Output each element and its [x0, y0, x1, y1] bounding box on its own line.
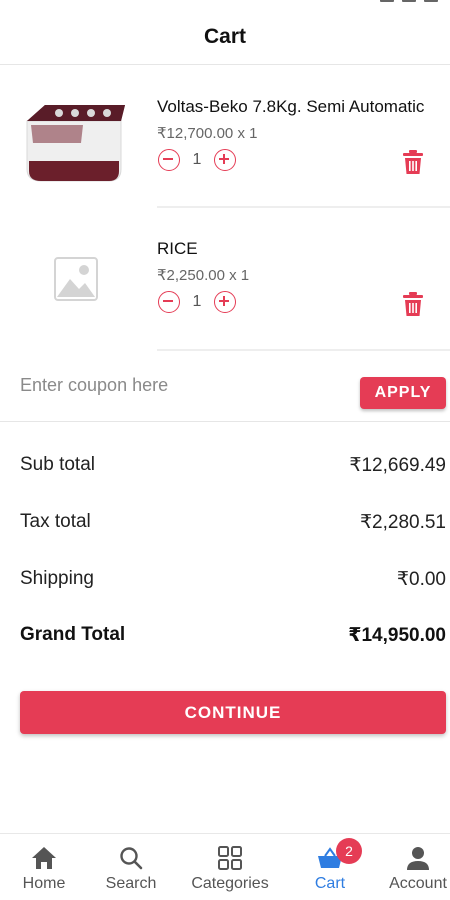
- shipping-label: Shipping: [20, 568, 94, 589]
- tax-label: Tax total: [20, 511, 91, 532]
- item-name[interactable]: Voltas-Beko 7.8Kg. Semi Automatic: [157, 97, 429, 117]
- coupon-row: APPLY: [0, 360, 450, 422]
- nav-label: Account: [389, 875, 447, 892]
- quantity-value: 1: [192, 293, 202, 310]
- subtotal-row: Sub total ₹12,669.49: [20, 450, 446, 480]
- apply-coupon-button[interactable]: APPLY: [360, 377, 446, 409]
- item-price: ₹2,250.00 x 1: [157, 267, 250, 284]
- item-divider: [157, 349, 450, 351]
- grand-total-label: Grand Total: [20, 624, 126, 645]
- product-image[interactable]: [22, 90, 130, 198]
- placeholder-image-icon[interactable]: [22, 225, 130, 333]
- home-icon: [30, 844, 58, 872]
- increase-quantity-button[interactable]: [214, 149, 236, 171]
- item-price: ₹12,700.00 x 1: [157, 125, 258, 142]
- bottom-nav: Home Search Categories 2 Cart Account: [0, 833, 450, 900]
- tax-row: Tax total ₹2,280.51: [20, 507, 446, 537]
- quantity-value: 1: [192, 151, 202, 168]
- nav-item-account[interactable]: Account: [386, 834, 450, 900]
- decrease-quantity-button[interactable]: [158, 149, 180, 171]
- page-title: Cart: [203, 25, 246, 48]
- continue-button[interactable]: CONTINUE: [20, 691, 446, 734]
- grand-total-value: ₹14,950.00: [348, 624, 446, 646]
- cart-count-badge: 2: [336, 838, 362, 864]
- quantity-stepper: 1: [158, 149, 236, 171]
- nav-label: Search: [105, 875, 157, 892]
- coupon-input[interactable]: [20, 370, 340, 400]
- search-icon: [117, 844, 145, 872]
- subtotal-label: Sub total: [20, 454, 95, 475]
- nav-label: Categories: [191, 875, 269, 892]
- quantity-stepper: 1: [158, 291, 236, 313]
- item-name[interactable]: RICE: [157, 239, 429, 259]
- person-icon: [404, 844, 432, 872]
- nav-item-categories[interactable]: Categories: [186, 834, 274, 900]
- nav-label: Home: [22, 875, 66, 892]
- trash-icon[interactable]: [402, 149, 424, 175]
- increase-quantity-button[interactable]: [214, 291, 236, 313]
- grand-total-row: Grand Total ₹14,950.00: [20, 620, 446, 650]
- grid-icon: [216, 844, 244, 872]
- shipping-row: Shipping ₹0.00: [20, 564, 446, 594]
- system-icons: [380, 0, 438, 2]
- trash-icon[interactable]: [402, 291, 424, 317]
- status-bar: [0, 0, 450, 10]
- item-divider: [157, 206, 450, 208]
- app-header: Cart: [0, 10, 450, 65]
- nav-item-home[interactable]: Home: [14, 834, 74, 900]
- nav-item-cart[interactable]: 2 Cart: [300, 834, 362, 900]
- nav-label: Cart: [314, 875, 346, 892]
- shipping-value: ₹0.00: [396, 568, 446, 590]
- subtotal-value: ₹12,669.49: [349, 454, 446, 476]
- tax-value: ₹2,280.51: [359, 511, 446, 533]
- decrease-quantity-button[interactable]: [158, 291, 180, 313]
- basket-icon: 2: [316, 838, 362, 872]
- nav-item-search[interactable]: Search: [100, 834, 162, 900]
